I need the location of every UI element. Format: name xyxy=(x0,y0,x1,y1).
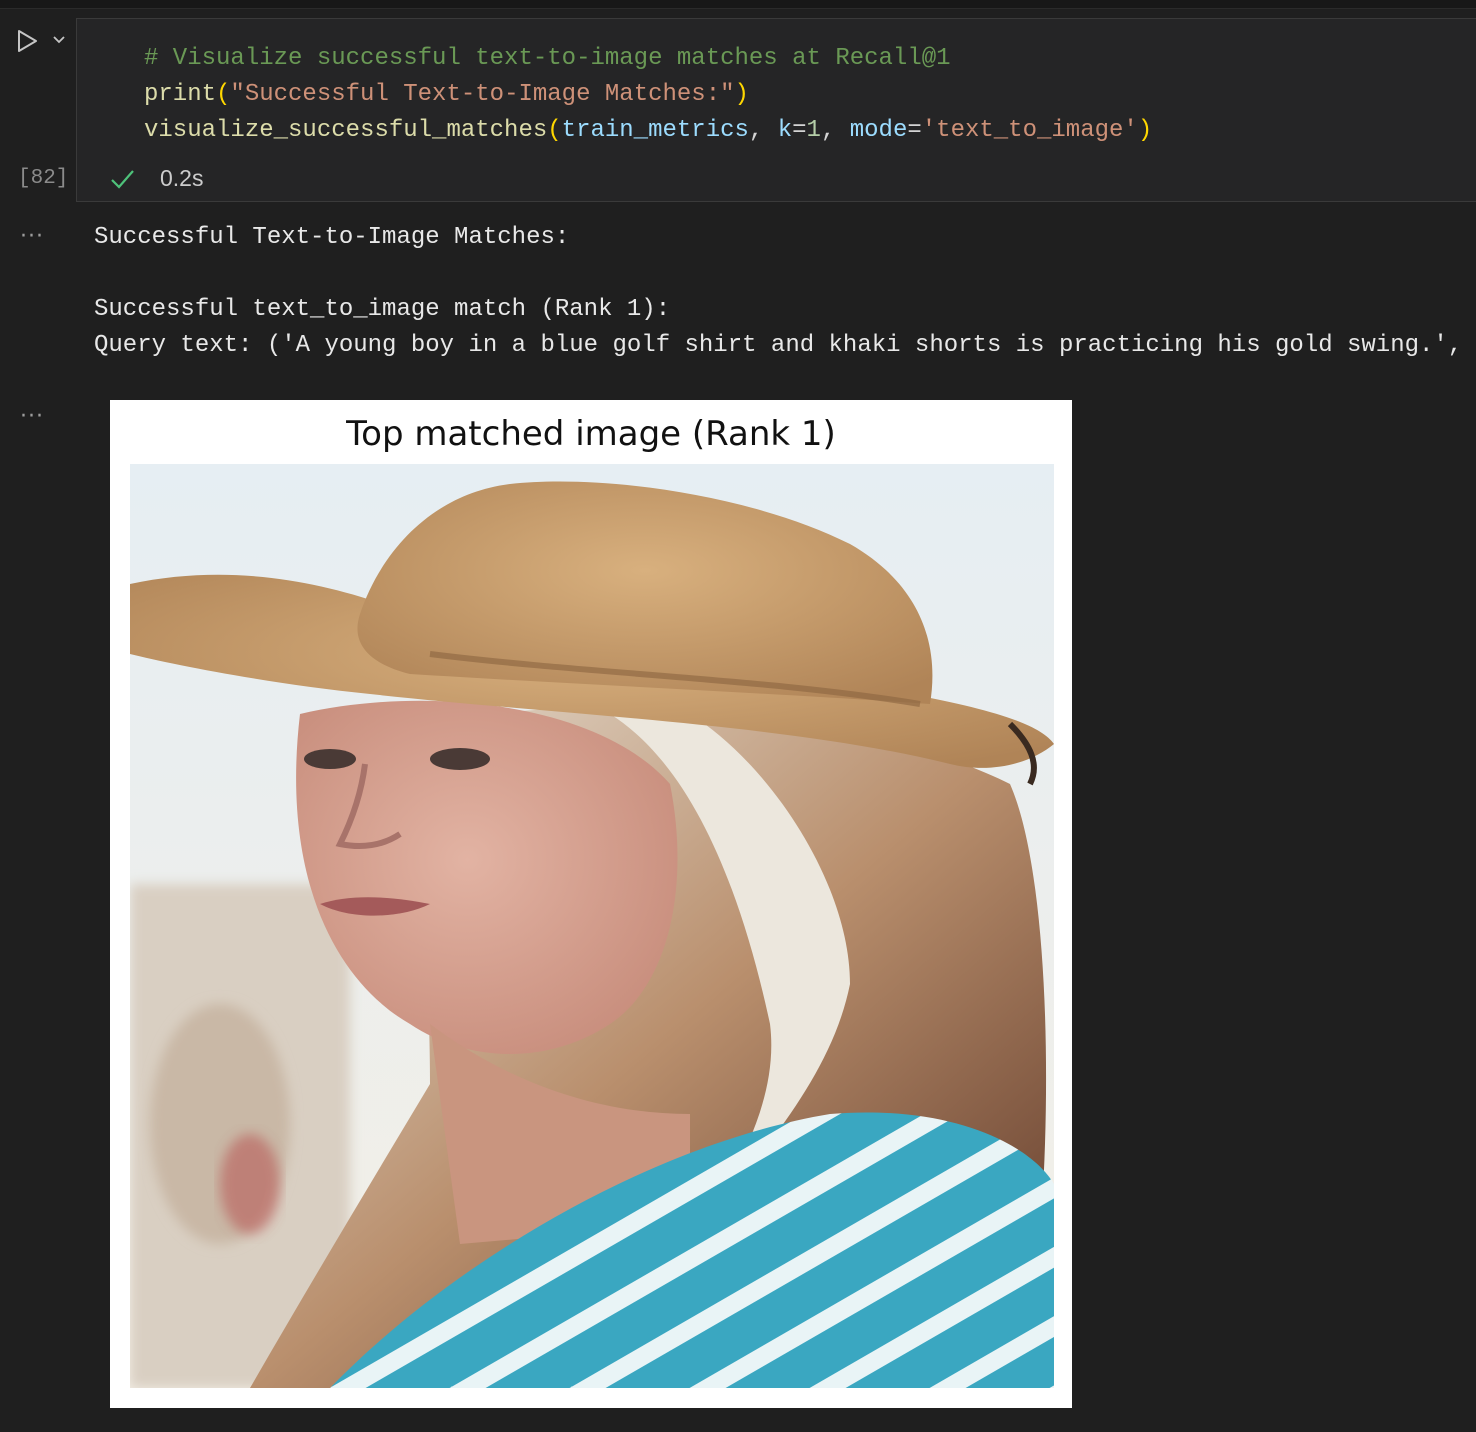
execution-count: [82] xyxy=(18,167,69,190)
code-string: "Successful Text-to-Image Matches:" xyxy=(230,81,735,108)
output-more-icon-2[interactable]: ··· xyxy=(20,404,44,429)
output-more-icon[interactable]: ··· xyxy=(20,224,44,249)
code-arg-train-metrics: train_metrics xyxy=(561,117,749,144)
check-icon xyxy=(111,170,134,189)
code-value-mode: 'text_to_image' xyxy=(921,117,1138,144)
code-func-visualize: visualize_successful_matches xyxy=(144,117,548,144)
code-func-print: print xyxy=(144,81,217,108)
execution-duration: 0.2s xyxy=(160,165,204,191)
code-cell-editor[interactable]: # Visualize successful text-to-image mat… xyxy=(76,18,1476,202)
figure-title: Top matched image (Rank 1) xyxy=(346,414,836,454)
code-value-k: 1 xyxy=(806,117,821,144)
output-line-3: Query text: ('A young boy in a blue golf… xyxy=(94,332,1463,359)
figure-output: Top matched image (Rank 1) xyxy=(110,400,1072,1408)
code-comment: # Visualize successful text-to-image mat… xyxy=(144,45,951,72)
matched-image xyxy=(130,464,1054,1388)
run-cell-icon[interactable] xyxy=(14,28,40,54)
output-line-1: Successful Text-to-Image Matches: xyxy=(94,224,570,251)
chevron-down-icon[interactable] xyxy=(50,30,68,48)
code-line-1: # Visualize successful text-to-image mat… xyxy=(144,45,951,72)
code-param-k: k xyxy=(777,117,793,144)
code-line-2: print("Successful Text-to-Image Matches:… xyxy=(144,81,749,108)
code-line-3: visualize_successful_matches(train_metri… xyxy=(144,117,1153,144)
output-line-2: Successful text_to_image match (Rank 1): xyxy=(94,296,671,323)
top-strip xyxy=(0,0,1476,9)
code-param-mode: mode xyxy=(849,117,908,144)
